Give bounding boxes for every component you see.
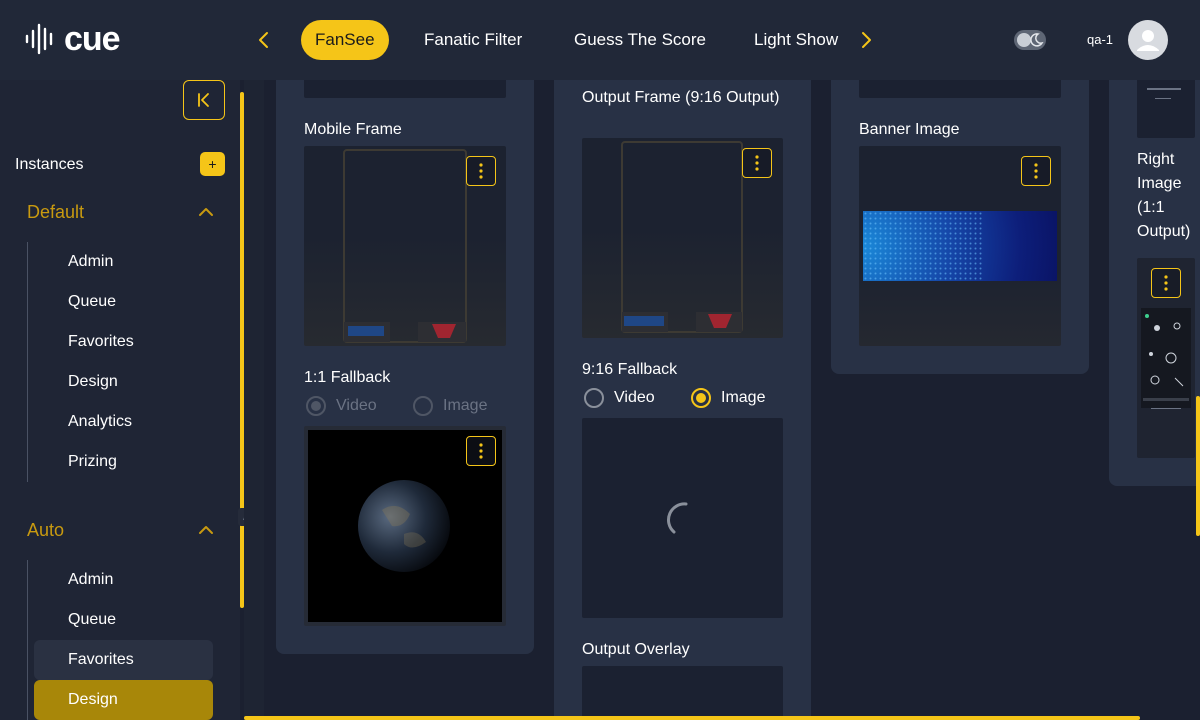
sidebar-item-auto-admin[interactable]: Admin xyxy=(34,560,213,600)
chevron-up-icon[interactable] xyxy=(196,202,216,222)
fallback-9-16-image-option[interactable]: Image xyxy=(691,388,765,408)
sidebar-item-default-favorites[interactable]: Favorites xyxy=(34,322,213,362)
kebab-menu-icon xyxy=(479,163,483,179)
previous-frame-preview xyxy=(1137,80,1195,138)
radio-video[interactable] xyxy=(306,396,326,416)
kebab-menu-icon xyxy=(479,443,483,459)
fallback-1-1-label: 1:1 Fallback xyxy=(304,369,391,386)
banner-image-preview[interactable] xyxy=(859,146,1061,346)
main-gutter xyxy=(244,80,264,720)
column-right-image: Right Image (1:1 Output) xyxy=(1109,80,1200,486)
tabs-prev-button[interactable] xyxy=(252,28,276,52)
user-icon xyxy=(1137,30,1159,51)
loading-spinner-icon xyxy=(667,502,688,534)
group-auto-line xyxy=(27,560,28,720)
fallback-9-16-video-option[interactable]: Video xyxy=(584,388,655,408)
group-auto-title[interactable]: Auto xyxy=(27,520,64,541)
chevron-up-icon[interactable] xyxy=(196,520,216,540)
fallback-1-1-menu-button[interactable] xyxy=(466,436,496,466)
fallback-1-1-preview[interactable] xyxy=(304,426,506,626)
add-instance-button[interactable]: + xyxy=(200,152,225,176)
sidebar-item-auto-favorites[interactable]: Favorites xyxy=(34,640,213,680)
column-banner: Banner Image xyxy=(831,80,1089,374)
right-image-label: Right Image (1:1 Output) xyxy=(1137,151,1191,240)
horizontal-scrollbar[interactable] xyxy=(244,716,1140,720)
kebab-menu-icon xyxy=(1164,275,1168,291)
avatar[interactable] xyxy=(1128,20,1168,60)
kebab-menu-icon xyxy=(755,155,759,171)
banner-image-menu-button[interactable] xyxy=(1021,156,1051,186)
sidebar-item-auto-design[interactable]: Design xyxy=(34,680,213,720)
collapse-left-icon xyxy=(198,93,209,107)
previous-frame-preview xyxy=(859,80,1061,98)
top-bar: cue FanSee Fanatic Filter Guess The Scor… xyxy=(0,0,1200,80)
mobile-frame-menu-button[interactable] xyxy=(466,156,496,186)
moon-icon xyxy=(1030,33,1044,47)
group-default-title[interactable]: Default xyxy=(27,202,84,223)
right-image-menu-button[interactable] xyxy=(1151,268,1181,298)
output-frame-preview[interactable] xyxy=(582,138,783,338)
tab-light-show[interactable]: Light Show xyxy=(754,20,838,60)
banner-image-label: Banner Image xyxy=(859,121,960,138)
vertical-scrollbar[interactable] xyxy=(1196,396,1200,536)
tab-guess-the-score[interactable]: Guess The Score xyxy=(574,20,706,60)
kebab-menu-icon xyxy=(1034,163,1038,179)
fallback-9-16-label: 9:16 Fallback xyxy=(582,361,678,378)
right-image-preview[interactable] xyxy=(1137,258,1195,458)
theme-toggle[interactable] xyxy=(1014,30,1046,50)
output-overlay-label: Output Overlay xyxy=(582,641,690,658)
tab-fansee[interactable]: FanSee xyxy=(301,20,389,60)
radio-image[interactable] xyxy=(691,388,711,408)
username: qa-1 xyxy=(1087,32,1114,47)
radio-image[interactable] xyxy=(413,396,433,416)
sidebar-item-default-design[interactable]: Design xyxy=(34,362,213,402)
sidebar-item-default-admin[interactable]: Admin xyxy=(34,242,213,282)
chevron-right-icon xyxy=(862,32,871,48)
banner-graphic xyxy=(863,211,1057,281)
column-mobile: Mobile Frame 1:1 Fallback Video Image xyxy=(276,80,534,654)
sidebar-item-default-prizing[interactable]: Prizing xyxy=(34,442,213,482)
chevron-left-icon xyxy=(259,32,268,48)
instances-label: Instances xyxy=(15,156,84,173)
main-content: Mobile Frame 1:1 Fallback Video Image Ou… xyxy=(244,80,1200,720)
brand-logo[interactable]: cue xyxy=(24,20,121,58)
sidebar-item-default-queue[interactable]: Queue xyxy=(34,282,213,322)
tabs-next-button[interactable] xyxy=(854,28,878,52)
group-default-line xyxy=(27,242,28,482)
collapse-sidebar-button[interactable] xyxy=(183,80,225,120)
sidebar-item-default-analytics[interactable]: Analytics xyxy=(34,402,213,442)
fallback-9-16-preview[interactable] xyxy=(582,418,783,618)
sidebar-item-auto-queue[interactable]: Queue xyxy=(34,600,213,640)
output-overlay-preview[interactable] xyxy=(582,666,783,720)
radio-video[interactable] xyxy=(584,388,604,408)
fallback-1-1-video-option[interactable]: Video xyxy=(306,396,377,416)
mobile-frame-label: Mobile Frame xyxy=(304,121,402,138)
tab-fanatic-filter[interactable]: Fanatic Filter xyxy=(424,20,522,60)
dot-pattern-graphic xyxy=(863,211,983,281)
column-output: Output Frame (9:16 Output) 9:16 Fallback… xyxy=(554,80,811,720)
sidebar: Instances + Default Admin Queue Favorite… xyxy=(0,80,240,720)
output-frame-label: Output Frame (9:16 Output) xyxy=(582,89,780,106)
output-frame-menu-button[interactable] xyxy=(742,148,772,178)
brand-name: cue xyxy=(64,20,121,58)
mobile-frame-preview[interactable] xyxy=(304,146,506,346)
previous-frame-preview xyxy=(304,80,506,98)
soundwave-icon xyxy=(25,23,53,55)
fallback-1-1-image-option[interactable]: Image xyxy=(413,396,487,416)
